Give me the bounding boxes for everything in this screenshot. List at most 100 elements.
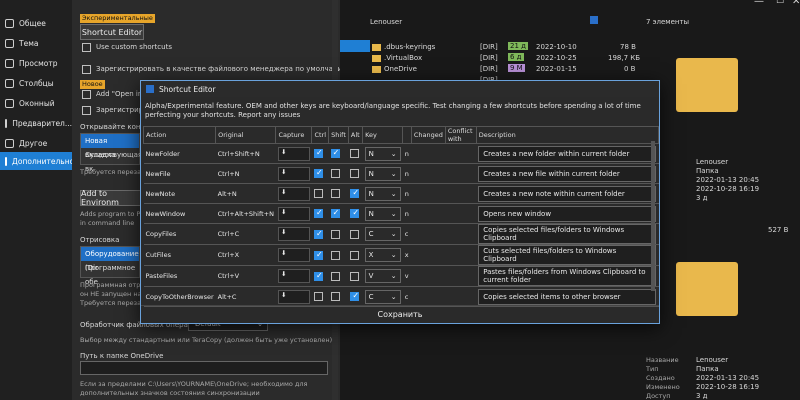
add-to-env-button[interactable]: Add to Environm <box>80 189 142 207</box>
sidebar-item-general[interactable]: Общее <box>0 14 72 32</box>
alt-checkbox[interactable] <box>350 250 360 260</box>
alt-checkbox[interactable] <box>350 169 360 178</box>
ctrl-checkbox[interactable] <box>313 271 323 281</box>
shift-checkbox[interactable] <box>330 271 340 281</box>
alt-checkbox[interactable] <box>350 149 360 158</box>
close-icon[interactable]: ✕ <box>792 0 800 7</box>
capture-input[interactable]: ⬇ <box>277 206 310 221</box>
list-item[interactable]: Программное обе <box>81 261 139 286</box>
render-list[interactable]: Оборудование (Dir Программное обе <box>80 246 140 286</box>
shift-checkbox[interactable] <box>330 148 340 158</box>
ctrl-checkbox[interactable] <box>313 148 323 158</box>
settings-sidebar: Общее Тема Просмотр Столбцы Оконный Пред… <box>0 0 74 400</box>
ctrl-checkbox[interactable] <box>313 229 323 239</box>
shift-checkbox[interactable] <box>330 208 340 218</box>
capture-input[interactable]: ⬇ <box>277 227 310 241</box>
register-fm-checkbox[interactable] <box>82 65 91 74</box>
add-open-in-checkbox[interactable] <box>82 90 91 99</box>
key-select[interactable]: V ⌄ <box>364 269 401 283</box>
ctrl-checkbox[interactable] <box>313 168 323 178</box>
shift-checkbox[interactable] <box>330 189 340 198</box>
description-field[interactable]: Creates a new note within current folder <box>478 185 657 202</box>
capture-input[interactable]: ⬇ <box>277 269 310 283</box>
capture-input[interactable]: ⬇ <box>277 248 310 262</box>
original-cell: Alt+C <box>215 286 276 307</box>
description-field[interactable]: Opens new window <box>478 205 657 222</box>
shortcut-editor-button[interactable]: Shortcut Editor <box>80 24 144 40</box>
restart-note-2: Требуется перезапу <box>80 299 150 307</box>
eye-icon <box>5 58 14 68</box>
alt-checkbox[interactable] <box>350 229 360 239</box>
key-select[interactable]: C ⌄ <box>364 227 401 241</box>
description-field[interactable]: Pastes files/folders from Windows Clipbo… <box>478 266 657 286</box>
description-field[interactable]: Copies selected items to other browser <box>478 288 657 305</box>
list-item[interactable]: Новая вкладка <box>81 134 139 159</box>
column-header: Original <box>215 126 277 144</box>
restart-note-1: Требуется перезапу <box>80 168 150 176</box>
alt-checkbox[interactable] <box>350 291 360 301</box>
ctrl-checkbox[interactable] <box>313 292 323 301</box>
chevron-down-icon: ⌄ <box>390 169 397 178</box>
action-cell: NewFile <box>143 163 216 184</box>
alt-checkbox[interactable] <box>350 271 360 281</box>
onedrive-path-input[interactable] <box>80 361 328 375</box>
key-select[interactable]: N ⌄ <box>364 146 401 161</box>
key-select[interactable]: N ⌄ <box>364 186 401 201</box>
list-item[interactable]: .VirtualBox <box>372 54 422 65</box>
explorer-item-count: 7 элементы <box>646 18 690 26</box>
key-select[interactable]: C ⌄ <box>364 289 401 304</box>
description-field[interactable]: Creates a new folder within current fold… <box>478 145 657 162</box>
use-custom-shortcuts-checkbox[interactable] <box>82 43 91 52</box>
list-item[interactable]: OneDrive <box>372 65 417 76</box>
register-short-checkbox[interactable] <box>82 106 91 115</box>
description-field[interactable]: Cuts selected files/folders to Windows C… <box>478 245 657 265</box>
window-icon <box>5 98 14 108</box>
description-field[interactable]: Creates a new file within current folder <box>478 165 657 182</box>
capture-input[interactable]: ⬇ <box>277 186 310 201</box>
capture-input[interactable]: ⬇ <box>277 289 310 304</box>
shift-checkbox[interactable] <box>330 169 340 178</box>
maximize-icon[interactable]: ☐ <box>776 0 784 6</box>
original-cell: Ctrl+X <box>215 244 276 266</box>
sidebar-item-other[interactable]: Другое <box>0 134 72 152</box>
arrow-down-icon: ⬇ <box>280 147 287 156</box>
key-select[interactable]: X ⌄ <box>364 248 401 262</box>
sidebar-item-window[interactable]: Оконный <box>0 94 72 112</box>
capture-cell: ⬇ <box>275 244 312 266</box>
list-item[interactable]: .dbus-keyrings <box>372 43 435 54</box>
detail-label-created: Создано <box>646 374 675 382</box>
description-field[interactable]: Copies selected files/folders to Windows… <box>478 224 657 244</box>
shift-checkbox[interactable] <box>330 229 340 239</box>
table-row: CutFilesCtrl+X ⬇ X⌄x Cuts selected files/fo… <box>143 244 659 266</box>
sidebar-item-view[interactable]: Просмотр <box>0 54 72 72</box>
file-ops-desc: Выбор между стандартным или TeraCopy (до… <box>80 336 333 344</box>
minimize-icon[interactable]: — <box>754 0 764 7</box>
sidebar-item-theme[interactable]: Тема <box>0 34 72 52</box>
shift-checkbox[interactable] <box>330 250 340 260</box>
save-button[interactable]: Сохранить <box>141 305 659 323</box>
ctrl-checkbox[interactable] <box>313 208 323 218</box>
list-item[interactable]: Оборудование (Dir <box>81 247 139 272</box>
render-desc-1: Программная отрис <box>80 281 149 289</box>
dialog-title: Shortcut Editor <box>159 84 216 94</box>
alt-checkbox[interactable] <box>350 188 360 198</box>
ctrl-checkbox[interactable] <box>313 250 323 260</box>
file-type: [DIR] <box>480 54 498 62</box>
action-cell: NewWindow <box>143 203 216 224</box>
sidebar-item-columns[interactable]: Столбцы <box>0 74 72 92</box>
table-scrollbar[interactable] <box>651 141 655 291</box>
sidebar-item-preview[interactable]: Предварител... <box>0 114 72 132</box>
sidebar-item-advanced[interactable]: Дополнительно <box>0 152 74 170</box>
ctrl-checkbox[interactable] <box>313 189 323 198</box>
detail2-age: 3 д <box>696 392 708 400</box>
shift-checkbox[interactable] <box>330 292 340 301</box>
list-item[interactable]: Существующая вк <box>81 148 142 173</box>
key-select[interactable]: N ⌄ <box>364 166 401 181</box>
capture-input[interactable]: ⬇ <box>277 166 310 181</box>
alt-checkbox[interactable] <box>350 208 360 218</box>
capture-input[interactable]: ⬇ <box>277 146 310 161</box>
original-cell: Ctrl+C <box>215 223 276 245</box>
key-select[interactable]: N ⌄ <box>364 206 401 221</box>
open-context-list[interactable]: Новая вкладка Существующая вк <box>80 133 142 173</box>
changed-cell: n <box>402 203 412 224</box>
